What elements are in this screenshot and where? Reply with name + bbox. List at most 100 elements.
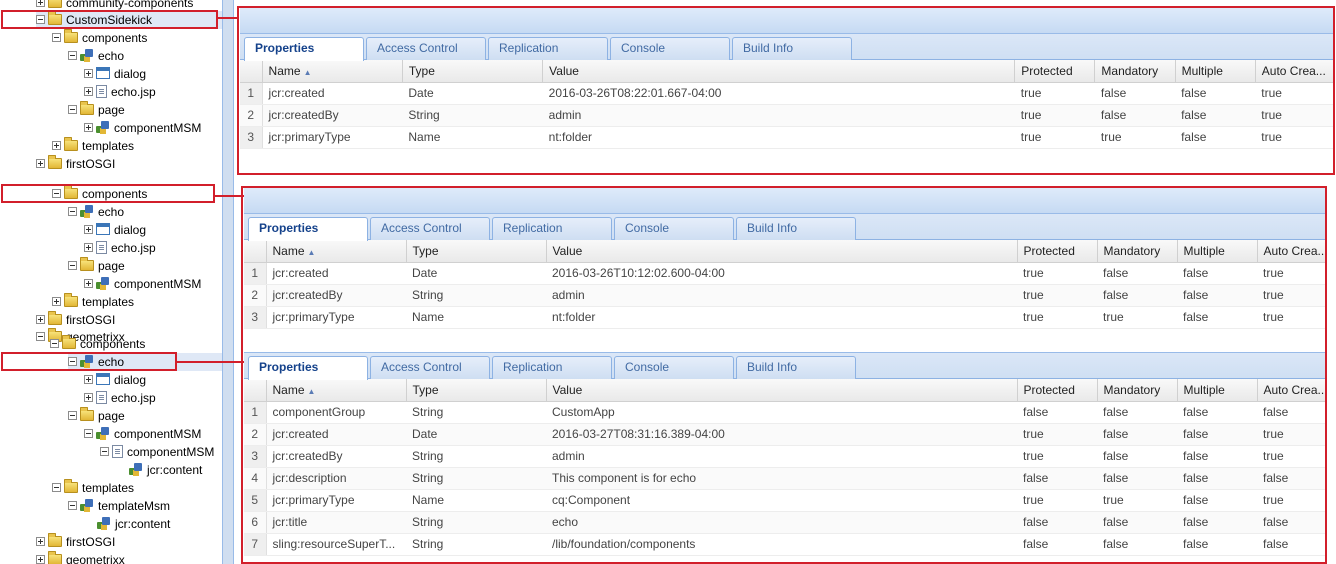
expand-icon[interactable] (52, 297, 61, 307)
tab-build-info[interactable]: Build Info (736, 217, 856, 240)
tree-node[interactable]: echo.jsp (84, 389, 156, 407)
cell-name[interactable]: jcr:primaryType (266, 306, 406, 329)
cell-value[interactable]: /lib/foundation/components (546, 533, 1017, 556)
cell-mandatory[interactable]: true (1097, 306, 1177, 329)
cell-value[interactable]: 2016-03-26T10:12:02.600-04:00 (546, 262, 1017, 285)
cell-value[interactable]: admin (546, 284, 1017, 307)
tree-node[interactable]: componentMSM (100, 443, 214, 461)
column-header-mandatory[interactable]: Mandatory (1097, 240, 1178, 263)
tree-node[interactable]: templateMsm (68, 497, 170, 515)
cell-name[interactable]: jcr:createdBy (266, 284, 406, 307)
collapse-icon[interactable] (68, 105, 77, 115)
tree-node[interactable]: components (52, 29, 147, 47)
cell-value[interactable]: 2016-03-26T08:22:01.667-04:00 (542, 82, 1015, 105)
cell-type[interactable]: String (406, 401, 546, 424)
table-row[interactable]: 7 sling:resourceSuperT... String/lib/found… (244, 533, 1326, 556)
cell-mandatory[interactable]: false (1097, 467, 1177, 490)
expand-icon[interactable] (84, 87, 93, 97)
column-header-protected[interactable]: Protected (1014, 60, 1096, 83)
cell-value[interactable]: CustomApp (546, 401, 1017, 424)
cell-mandatory[interactable]: false (1097, 401, 1177, 424)
expand-icon[interactable] (84, 123, 93, 133)
tree-node[interactable]: componentMSM (84, 425, 201, 443)
cell-name[interactable]: jcr:primaryType (262, 126, 403, 149)
tab-properties[interactable]: Properties (248, 217, 368, 241)
tree-node[interactable]: echo (68, 203, 124, 221)
cell-type[interactable]: Name (402, 126, 543, 149)
cell-name[interactable]: jcr:title (266, 511, 406, 534)
tree-node[interactable]: templates (52, 479, 134, 497)
collapse-icon[interactable] (36, 332, 45, 342)
column-header-type[interactable]: Type (402, 60, 544, 83)
cell-auto[interactable]: true (1257, 306, 1326, 329)
column-header-value[interactable]: Value (542, 60, 1016, 83)
tree-node[interactable]: echo.jsp (84, 83, 156, 101)
cell-mandatory[interactable]: false (1097, 511, 1177, 534)
cell-mandatory[interactable]: false (1097, 423, 1177, 446)
table-row[interactable]: 2 jcr:createdBy String admin true false false t… (240, 104, 1334, 127)
tab-build-info[interactable]: Build Info (732, 37, 852, 60)
cell-mandatory[interactable]: false (1097, 262, 1177, 285)
cell-protected[interactable]: true (1017, 284, 1097, 307)
cell-type[interactable]: String (406, 445, 546, 468)
cell-multiple[interactable]: false (1177, 445, 1257, 468)
cell-protected[interactable]: false (1017, 467, 1097, 490)
tab-console[interactable]: Console (614, 356, 734, 379)
collapse-icon[interactable] (50, 339, 59, 349)
collapse-icon[interactable] (68, 207, 77, 217)
column-header-auto[interactable]: Auto Crea... (1257, 240, 1326, 263)
tab-replication[interactable]: Replication (492, 356, 612, 379)
tree-node[interactable]: page (68, 257, 125, 275)
cell-auto[interactable]: false (1257, 401, 1326, 424)
cell-auto[interactable]: true (1255, 126, 1334, 149)
column-header-type[interactable]: Type (406, 240, 547, 263)
cell-protected[interactable]: true (1017, 306, 1097, 329)
cell-multiple[interactable]: false (1177, 533, 1257, 556)
tab-access-control[interactable]: Access Control (370, 217, 490, 240)
table-row[interactable]: 4 jcr:description String This component is … (244, 467, 1326, 490)
tab-build-info[interactable]: Build Info (736, 356, 856, 379)
cell-type[interactable]: String (402, 104, 543, 127)
tree-node[interactable]: dialog (84, 371, 146, 389)
collapse-icon[interactable] (68, 51, 77, 61)
cell-type[interactable]: String (406, 533, 546, 556)
tree-node[interactable]: jcr:content (84, 515, 170, 533)
column-header-multiple[interactable]: Multiple (1177, 379, 1258, 402)
column-header-value[interactable]: Value (546, 240, 1018, 263)
tree-node[interactable]: page (68, 407, 125, 425)
collapse-icon[interactable] (52, 33, 61, 43)
collapse-icon[interactable] (68, 261, 77, 271)
tab-console[interactable]: Console (610, 37, 730, 60)
table-row[interactable]: 3 jcr:primaryType Name nt:folder true true fal… (244, 306, 1326, 329)
cell-multiple[interactable]: false (1177, 306, 1257, 329)
tab-access-control[interactable]: Access Control (366, 37, 486, 60)
cell-mandatory[interactable]: true (1097, 489, 1177, 512)
tab-properties[interactable]: Properties (244, 37, 364, 61)
tab-properties[interactable]: Properties (248, 356, 368, 380)
cell-multiple[interactable]: false (1177, 423, 1257, 446)
panel-splitter[interactable] (222, 0, 234, 564)
cell-value[interactable]: admin (546, 445, 1017, 468)
cell-auto[interactable]: false (1257, 533, 1326, 556)
cell-multiple[interactable]: false (1177, 262, 1257, 285)
cell-auto[interactable]: true (1255, 82, 1334, 105)
cell-mandatory[interactable]: true (1094, 126, 1176, 149)
cell-auto[interactable]: true (1257, 262, 1326, 285)
cell-value[interactable]: This component is for echo (546, 467, 1017, 490)
table-row[interactable]: 1 componentGroup String CustomApp false false… (244, 401, 1326, 424)
expand-icon[interactable] (36, 555, 45, 564)
table-row[interactable]: 2 jcr:createdBy String admin true false false t… (244, 284, 1326, 307)
column-header-name[interactable]: Name ▲ (262, 60, 403, 83)
column-header-multiple[interactable]: Multiple (1175, 60, 1256, 83)
table-row[interactable]: 2 jcr:created Date 2016-03-27T08:31:16.389-… (244, 423, 1326, 446)
cell-multiple[interactable]: false (1177, 284, 1257, 307)
column-header-mandatory[interactable]: Mandatory (1094, 60, 1176, 83)
tree-node[interactable]: dialog (84, 221, 146, 239)
cell-value[interactable]: 2016-03-27T08:31:16.389-04:00 (546, 423, 1017, 446)
tree-node[interactable]: page (68, 101, 125, 119)
collapse-icon[interactable] (52, 483, 61, 493)
column-header-name[interactable]: Name ▲ (266, 240, 407, 263)
tab-replication[interactable]: Replication (488, 37, 608, 60)
expand-icon[interactable] (84, 69, 93, 79)
repository-tree[interactable]: community-components CustomSidekick compon… (0, 0, 222, 564)
